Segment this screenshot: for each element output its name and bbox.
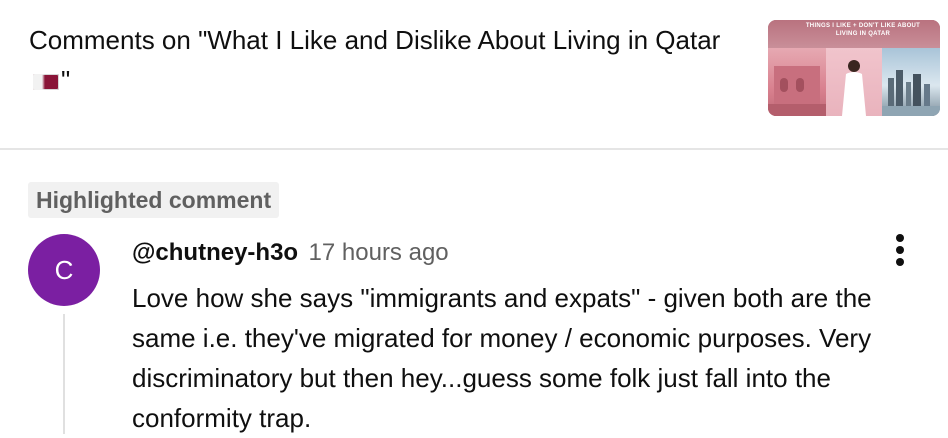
thumbnail-skyline-image — [882, 48, 940, 116]
thumbnail-banner: THINGS I LIKE + DON'T LIKE ABOUT LIVING … — [768, 20, 940, 48]
more-vert-icon[interactable] — [882, 232, 918, 268]
comment-author[interactable]: @chutney-h3o — [132, 239, 298, 266]
avatar[interactable]: C — [28, 234, 100, 306]
comment-body: Love how she says "immigrants and expats… — [132, 283, 872, 433]
thumbnail-text: THINGS I LIKE + DON'T LIKE ABOUT LIVING … — [805, 23, 921, 37]
title-closing-quote: " — [61, 65, 71, 95]
thumbnail-building-image — [768, 48, 826, 116]
title-text: Comments on "What I Like and Dislike Abo… — [29, 25, 721, 55]
comment-timestamp[interactable]: 17 hours ago — [309, 239, 449, 266]
comments-header: Comments on "What I Like and Dislike Abo… — [0, 0, 948, 150]
qatar-flag-icon — [33, 74, 59, 90]
thumbnail-person-image — [826, 48, 882, 116]
comment-header: @chutney-h3o 17 hours ago — [132, 236, 449, 270]
page-title: Comments on "What I Like and Dislike Abo… — [29, 20, 729, 100]
thread-line — [63, 314, 65, 434]
video-thumbnail[interactable]: THINGS I LIKE + DON'T LIKE ABOUT LIVING … — [768, 20, 940, 116]
highlighted-comment-badge: Highlighted comment — [28, 182, 280, 218]
header-divider — [0, 148, 948, 150]
